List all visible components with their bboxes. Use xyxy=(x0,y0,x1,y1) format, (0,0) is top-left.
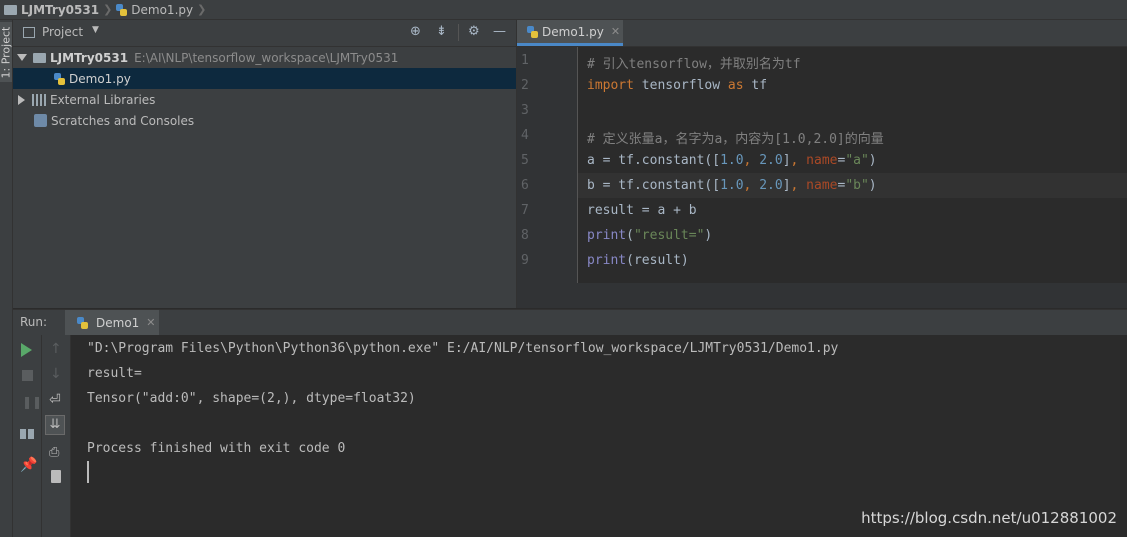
tree-item-project-root[interactable]: LJMTry0531 E:\AI\NLP\tensorflow_workspac… xyxy=(13,47,516,68)
run-panel-header: Run: Demo1 ✕ xyxy=(13,309,1127,336)
tree-item-label: Demo1.py xyxy=(69,71,131,86)
line-number: 4 xyxy=(521,128,529,143)
breadcrumb-project-label: LJMTry0531 xyxy=(21,2,100,17)
tree-item-demo1[interactable]: Demo1.py xyxy=(13,68,516,89)
watermark: https://blog.csdn.net/u012881002 xyxy=(861,509,1117,527)
project-view-icon xyxy=(23,27,35,38)
project-view-title[interactable]: Project xyxy=(42,25,83,39)
close-run-tab-icon[interactable]: ✕ xyxy=(146,316,155,329)
scroll-to-end-icon[interactable]: ⇊ xyxy=(45,415,65,435)
folder-icon xyxy=(33,52,46,63)
gear-icon[interactable]: ⚙ xyxy=(468,24,480,39)
line-number: 9 xyxy=(521,253,529,268)
rerun-icon[interactable] xyxy=(21,343,32,357)
stop-icon[interactable] xyxy=(22,370,33,381)
breadcrumb-file[interactable]: Demo1.py xyxy=(116,3,193,17)
down-arrow-icon[interactable]: ↓ xyxy=(50,366,64,382)
tree-item-scratches[interactable]: Scratches and Consoles xyxy=(13,110,516,131)
console-line: result= xyxy=(87,366,142,381)
scratches-icon xyxy=(34,114,47,127)
up-arrow-icon[interactable]: ↑ xyxy=(50,341,64,357)
code-line: import tensorflow as tf xyxy=(587,78,768,93)
locate-icon[interactable]: ⊕ xyxy=(410,24,421,39)
line-number: 3 xyxy=(521,103,529,118)
code-line: print("result=") xyxy=(587,228,713,243)
project-panel-header: Project ▼ ⊕ ⇟ ⚙ — xyxy=(13,20,516,47)
left-tool-stripe xyxy=(0,20,13,537)
text-cursor xyxy=(87,461,89,483)
expand-arrow-icon[interactable] xyxy=(18,94,25,105)
run-tab-demo1[interactable]: Demo1 ✕ xyxy=(65,310,159,335)
editor-tab-label: Demo1.py xyxy=(542,24,604,39)
code-line: # 引入tensorflow，并取别名为tf xyxy=(587,57,801,72)
tree-item-label: External Libraries xyxy=(50,92,156,107)
tree-item-external-libraries[interactable]: External Libraries xyxy=(13,89,516,110)
line-number: 8 xyxy=(521,228,529,243)
expand-arrow-icon[interactable] xyxy=(17,54,27,61)
breadcrumb-project[interactable]: LJMTry0531 xyxy=(4,3,99,17)
run-label: Run: xyxy=(20,315,48,329)
run-tab-label: Demo1 xyxy=(96,315,140,330)
code-line: b = tf.constant([1.0, 2.0], name="b") xyxy=(587,178,877,193)
soft-wrap-icon[interactable]: ⏎ xyxy=(49,392,63,408)
hide-panel-icon[interactable]: — xyxy=(493,24,506,39)
code-line: a = tf.constant([1.0, 2.0], name="a") xyxy=(587,153,877,168)
editor-tab-demo1[interactable]: Demo1.py ✕ xyxy=(517,20,623,46)
breadcrumb-file-label: Demo1.py xyxy=(131,2,194,17)
code-line: result = a + b xyxy=(587,203,697,218)
line-number: 7 xyxy=(521,203,529,218)
python-file-icon xyxy=(54,72,65,85)
layout-icon[interactable] xyxy=(20,429,34,439)
console-line: Tensor("add:0", shape=(2,), dtype=float3… xyxy=(87,391,416,406)
run-toolbar-primary: ❚❚ 📌 xyxy=(13,335,42,537)
console-line-command: "D:\Program Files\Python\Python36\python… xyxy=(87,341,839,356)
pin-icon[interactable]: 📌 xyxy=(20,457,37,473)
line-number: 2 xyxy=(521,78,529,93)
line-number: 6 xyxy=(521,178,529,193)
line-number: 5 xyxy=(521,153,529,168)
editor-empty-area xyxy=(517,283,1127,308)
pause-icon[interactable]: ❚❚ xyxy=(22,395,42,409)
breadcrumb-separator: ❯ xyxy=(197,3,207,16)
toolbar-divider xyxy=(458,24,459,41)
trash-icon[interactable] xyxy=(51,470,61,483)
print-icon[interactable]: ⎙ xyxy=(49,445,63,460)
project-tool-window-label: 1: Project xyxy=(0,26,13,79)
collapse-all-icon[interactable]: ⇟ xyxy=(436,24,447,39)
console-line-exit: Process finished with exit code 0 xyxy=(87,441,346,456)
library-icon xyxy=(32,93,46,106)
line-number: 1 xyxy=(521,53,529,68)
code-line: # 定义张量a，名字为a，内容为[1.0,2.0]的向量 xyxy=(587,132,884,147)
run-toolbar-secondary: ↑ ↓ ⏎ ⇊ ⎙ xyxy=(42,335,71,537)
navigation-bar: LJMTry0531 ❯ Demo1.py ❯ xyxy=(0,0,1127,20)
tree-item-label: Scratches and Consoles xyxy=(51,113,195,128)
console-output[interactable] xyxy=(71,335,1127,537)
view-dropdown-icon[interactable]: ▼ xyxy=(92,25,99,35)
close-tab-icon[interactable]: ✕ xyxy=(611,25,620,38)
folder-icon xyxy=(4,4,17,15)
python-file-icon xyxy=(527,25,538,38)
python-run-icon xyxy=(77,316,88,329)
breadcrumb-separator: ❯ xyxy=(103,3,113,16)
code-line: print(result) xyxy=(587,253,689,268)
tree-item-label: LJMTry0531 xyxy=(50,50,129,65)
python-file-icon xyxy=(116,3,128,16)
project-tool-window-tab[interactable]: 1: Project xyxy=(0,22,13,82)
tree-item-path: E:\AI\NLP\tensorflow_workspace\LJMTry053… xyxy=(134,50,399,65)
